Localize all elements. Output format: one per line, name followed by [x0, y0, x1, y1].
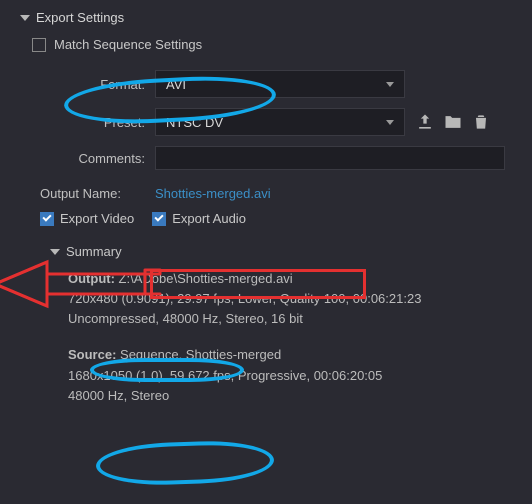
comments-row: Comments:: [20, 146, 512, 170]
comments-input[interactable]: [155, 146, 505, 170]
preset-dropdown[interactable]: NTSC DV: [155, 108, 405, 136]
comments-label: Comments:: [20, 151, 155, 166]
summary-source-line2: 48000 Hz, Stereo: [68, 388, 169, 403]
chevron-down-icon: [50, 249, 60, 255]
output-name-link[interactable]: Shotties-merged.avi: [155, 186, 271, 201]
import-preset-icon[interactable]: [443, 112, 463, 132]
save-preset-icon[interactable]: [415, 112, 435, 132]
export-toggles-row: Export Video Export Audio: [40, 211, 512, 226]
output-name-label: Output Name:: [20, 186, 155, 201]
match-sequence-checkbox[interactable]: [32, 38, 46, 52]
summary-output-line2: Uncompressed, 48000 Hz, Stereo, 16 bit: [68, 311, 303, 326]
chevron-down-icon: [386, 82, 394, 87]
summary-output-path: Z:\ADobe\Shotties-merged.avi: [119, 271, 293, 286]
match-sequence-row: Match Sequence Settings: [32, 37, 512, 52]
format-label: Format:: [20, 77, 155, 92]
export-settings-header[interactable]: Export Settings: [20, 10, 512, 25]
trash-icon[interactable]: [471, 112, 491, 132]
preset-value: NTSC DV: [166, 115, 223, 130]
summary-output-block: Output: Z:\ADobe\Shotties-merged.avi 720…: [68, 269, 512, 329]
match-sequence-label: Match Sequence Settings: [54, 37, 202, 52]
summary-output-label: Output:: [68, 271, 115, 286]
output-name-row: Output Name: Shotties-merged.avi: [20, 186, 512, 201]
annotation-circle-source-res: [95, 439, 274, 487]
format-value: AVI: [166, 77, 186, 92]
export-audio-label: Export Audio: [172, 211, 246, 226]
chevron-down-icon: [20, 15, 30, 21]
section-title: Export Settings: [36, 10, 124, 25]
preset-row: Preset: NTSC DV: [20, 108, 512, 136]
summary-source-block: Source: Sequence, Shotties-merged 1680x1…: [68, 345, 512, 405]
export-audio-checkbox[interactable]: [152, 212, 166, 226]
chevron-down-icon: [386, 120, 394, 125]
format-row: Format: AVI: [20, 70, 512, 98]
format-dropdown[interactable]: AVI: [155, 70, 405, 98]
summary-section: Summary Output: Z:\ADobe\Shotties-merged…: [50, 244, 512, 406]
summary-source-line1: 1680x1050 (1.0), 59.672 fps, Progressive…: [68, 368, 382, 383]
export-video-label: Export Video: [60, 211, 134, 226]
export-video-checkbox[interactable]: [40, 212, 54, 226]
summary-title: Summary: [66, 244, 122, 259]
summary-output-line1: 720x480 (0.9091), 29.97 fps, Lower, Qual…: [68, 291, 421, 306]
summary-header[interactable]: Summary: [50, 244, 512, 259]
summary-source-label: Source:: [68, 347, 116, 362]
preset-label: Preset:: [20, 115, 155, 130]
summary-source-path: Sequence, Shotties-merged: [120, 347, 281, 362]
